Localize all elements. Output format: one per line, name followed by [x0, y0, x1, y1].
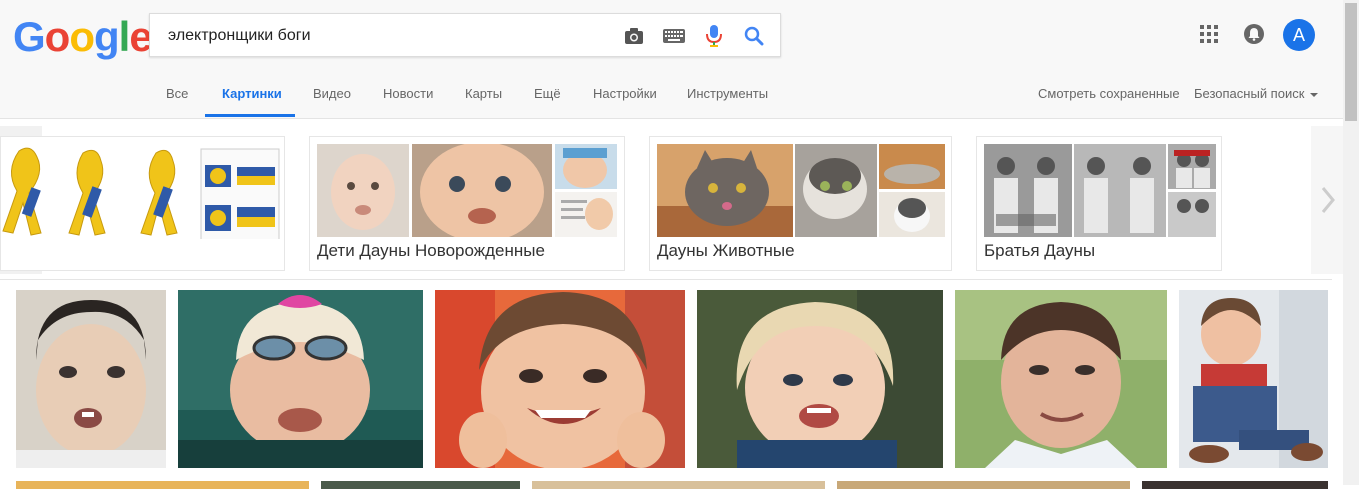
logo-letter-o2: o	[69, 13, 95, 60]
image-result[interactable]	[1179, 290, 1328, 468]
related-card-label: Дауны Животные	[657, 241, 795, 260]
related-card-animals[interactable]: Дауны Животные	[649, 136, 952, 271]
related-card-label: Братья Дауны	[984, 241, 1096, 260]
related-card-newborns[interactable]: Дети Дауны Новорожденные	[309, 136, 625, 271]
tab-settings[interactable]: Настройки	[593, 86, 657, 101]
logo-letter-l: l	[118, 13, 131, 60]
tab-news[interactable]: Новости	[383, 86, 433, 101]
scroll-right-button[interactable]	[1311, 126, 1343, 274]
logo-letter-o1: o	[44, 13, 71, 60]
search-box	[149, 13, 781, 57]
image-result[interactable]	[837, 481, 1130, 489]
tab-tools[interactable]: Инструменты	[687, 86, 768, 101]
image-result[interactable]	[16, 481, 309, 489]
caret-down-icon	[1310, 92, 1319, 97]
brothers-thumbnail	[984, 144, 1216, 237]
logo-letter-g: G	[13, 13, 46, 60]
page-scrollbar[interactable]	[1343, 0, 1359, 485]
account-avatar[interactable]: A	[1283, 19, 1315, 51]
tab-maps[interactable]: Карты	[465, 86, 502, 101]
keyboard-icon[interactable]	[662, 24, 686, 48]
image-result[interactable]	[955, 290, 1167, 468]
safe-search-label: Безопасный поиск	[1194, 86, 1305, 101]
image-result[interactable]	[178, 290, 423, 468]
image-result[interactable]	[16, 290, 166, 468]
search-input[interactable]	[166, 24, 610, 48]
saved-images-link[interactable]: Смотреть сохраненные	[1038, 86, 1180, 101]
scrollbar-thumb[interactable]	[1345, 3, 1357, 121]
tab-images[interactable]: Картинки	[222, 86, 282, 101]
ribbons-thumbnail	[1, 143, 281, 239]
safe-search-dropdown[interactable]: Безопасный поиск	[1194, 86, 1319, 101]
image-result[interactable]	[532, 481, 825, 489]
search-icon[interactable]	[742, 24, 766, 48]
tab-more[interactable]: Ещё	[534, 86, 561, 101]
image-result[interactable]	[321, 481, 520, 489]
image-result[interactable]	[697, 290, 943, 468]
related-card-ribbons[interactable]	[0, 136, 285, 271]
related-card-label: Дети Дауны Новорожденные	[317, 241, 545, 260]
results-divider	[0, 279, 1332, 280]
microphone-icon[interactable]	[702, 24, 726, 48]
google-logo[interactable]: Google	[13, 13, 153, 60]
tab-all[interactable]: Все	[166, 86, 188, 101]
image-result[interactable]	[435, 290, 685, 468]
tab-video[interactable]: Видео	[313, 86, 351, 101]
apps-grid-icon[interactable]	[1197, 22, 1221, 46]
camera-icon[interactable]	[622, 24, 646, 48]
active-tab-indicator	[205, 114, 295, 117]
logo-letter-g2: g	[93, 13, 120, 60]
newborns-thumbnail	[317, 144, 617, 237]
notifications-icon[interactable]	[1242, 22, 1266, 46]
animals-thumbnail	[657, 144, 945, 237]
related-card-brothers[interactable]: Братья Дауны	[976, 136, 1222, 271]
image-result[interactable]	[1142, 481, 1328, 489]
